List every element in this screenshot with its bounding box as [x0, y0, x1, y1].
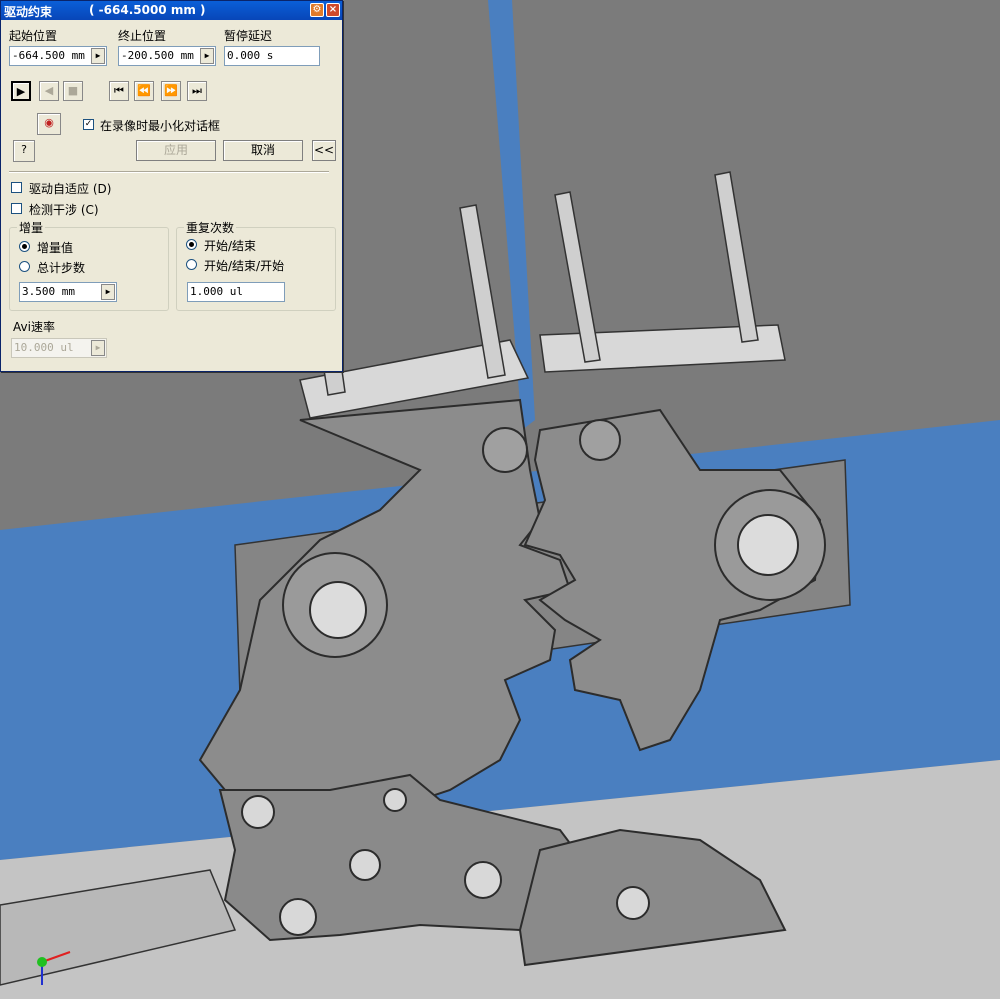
detect-interference-checkbox[interactable] [11, 203, 22, 214]
stop-button[interactable]: ■ [63, 81, 83, 101]
left-pivot-hole [309, 581, 367, 639]
record-button[interactable]: ◉ [37, 113, 61, 135]
help-icon: ? [21, 143, 27, 156]
play-reverse-button[interactable]: ◀ [39, 81, 59, 101]
drive-adaptive-checkbox[interactable] [11, 182, 22, 193]
pause-delay-field[interactable]: 0.000 s [224, 46, 320, 66]
avi-rate-value: 10.000 ul [14, 341, 74, 354]
repeat-field[interactable]: 1.000 ul [187, 282, 285, 302]
start-end-radio[interactable] [186, 239, 197, 250]
link-hole-2 [383, 788, 407, 812]
avi-rate-field[interactable]: 10.000 ul ▶ [11, 338, 107, 358]
step-forward-button[interactable]: ⏩ [161, 81, 181, 101]
right-pin [579, 419, 621, 461]
drive-constraint-dialog: 驱动约束 ( -664.5000 mm ) ⚙ × 起始位置 -664.500 … [0, 0, 343, 372]
help-title-icon[interactable]: ⚙ [310, 3, 324, 17]
avi-rate-arrow-icon[interactable]: ▶ [91, 340, 105, 356]
right-pivot-hole [737, 514, 799, 576]
apply-button[interactable]: 应用 [136, 140, 216, 161]
start-end-label: 开始/结束 [204, 239, 257, 253]
dialog-current-value: ( -664.5000 mm ) [89, 3, 206, 17]
link-hole-1 [241, 795, 275, 829]
play-forward-button[interactable]: ▶ [11, 81, 31, 101]
start-end-start-label: 开始/结束/开始 [204, 259, 285, 273]
drive-adaptive-label: 驱动自适应 (D) [29, 182, 112, 196]
minimize-on-record-label: 在录像时最小化对话框 [100, 119, 221, 133]
link-hole-4 [464, 861, 502, 899]
collapse-button[interactable]: << [312, 140, 336, 161]
increment-value: 3.500 mm [22, 285, 75, 298]
total-steps-radio[interactable] [19, 261, 30, 272]
link-hole-6 [616, 886, 650, 920]
cancel-button[interactable]: 取消 [223, 140, 303, 161]
minimize-on-record-checkbox[interactable]: ✓ [83, 119, 94, 130]
end-position-arrow-icon[interactable]: ▶ [200, 48, 214, 64]
step-back-button[interactable]: ⏪ [134, 81, 154, 101]
end-position-value: -200.500 mm [121, 49, 194, 62]
repeat-group-title: 重复次数 [184, 219, 237, 236]
repeat-value: 1.000 ul [190, 285, 243, 298]
link-hole-5 [279, 898, 317, 936]
increment-arrow-icon[interactable]: ▶ [101, 284, 115, 300]
avi-rate-label: Avi速率 [13, 320, 55, 334]
total-steps-label: 总计步数 [37, 261, 86, 275]
end-position-field[interactable]: -200.500 mm ▶ [118, 46, 216, 66]
dialog-titlebar[interactable]: 驱动约束 ( -664.5000 mm ) ⚙ × [1, 1, 342, 20]
increment-value-label: 增量值 [37, 241, 74, 255]
start-position-value: -664.500 mm [12, 49, 85, 62]
increment-field[interactable]: 3.500 mm ▶ [19, 282, 117, 302]
detect-interference-label: 检测干涉 (C) [29, 203, 99, 217]
increment-value-radio[interactable] [19, 241, 30, 252]
goto-end-button[interactable]: ⏭ [187, 81, 207, 101]
increment-group-title: 增量 [17, 219, 46, 236]
goto-start-button[interactable]: ⏮ [109, 81, 129, 101]
end-position-label: 终止位置 [118, 29, 167, 43]
start-position-label: 起始位置 [9, 29, 58, 43]
left-pin [482, 427, 528, 473]
separator [9, 171, 329, 173]
start-position-arrow-icon[interactable]: ▶ [91, 48, 105, 64]
pause-delay-value: 0.000 s [227, 49, 274, 62]
close-icon[interactable]: × [326, 3, 340, 17]
pause-delay-label: 暂停延迟 [224, 29, 273, 43]
start-position-field[interactable]: -664.500 mm ▶ [9, 46, 107, 66]
help-button[interactable]: ? [13, 140, 35, 162]
dialog-title: 驱动约束 [4, 5, 53, 19]
start-end-start-radio[interactable] [186, 259, 197, 270]
link-hole-3 [349, 849, 381, 881]
